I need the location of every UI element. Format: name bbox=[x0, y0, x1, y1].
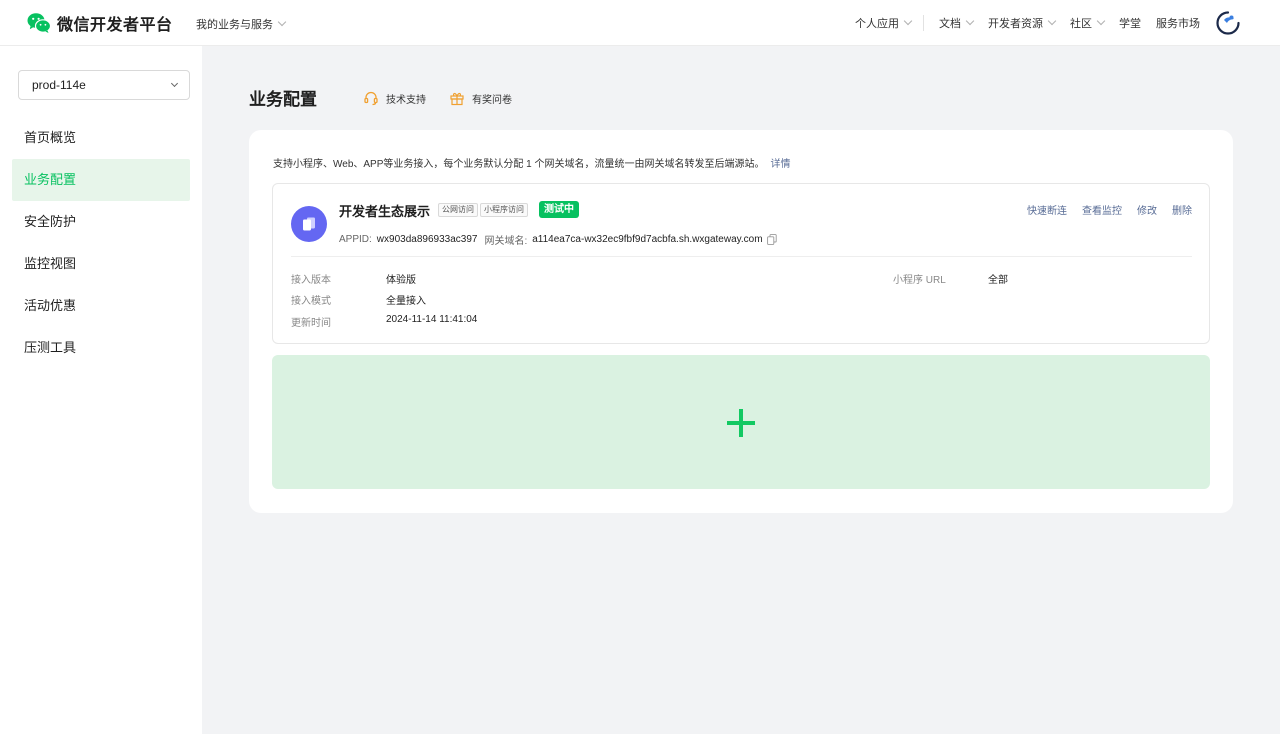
config-description: 支持小程序、Web、APP等业务接入，每个业务默认分配 1 个网关域名，流量统一… bbox=[273, 155, 791, 170]
plus-icon bbox=[727, 409, 755, 437]
view-monitoring-button[interactable]: 查看监控 bbox=[1082, 202, 1122, 217]
version-value: 体验版 bbox=[386, 275, 416, 286]
mode-label: 接入模式 bbox=[291, 296, 331, 307]
mode-value: 全量接入 bbox=[386, 296, 426, 307]
quick-disconnect-button[interactable]: 快速断连 bbox=[1027, 202, 1067, 217]
nav-label: 个人应用 bbox=[855, 18, 899, 30]
business-name: 开发者生态展示 bbox=[339, 204, 431, 219]
document-stack-icon bbox=[303, 217, 315, 231]
card-divider bbox=[291, 256, 1192, 257]
platform-logo[interactable]: 微信开发者平台 bbox=[27, 11, 173, 35]
nav-label: 社区 bbox=[1070, 18, 1092, 30]
appid-value: wx903da896933ac397 bbox=[376, 234, 478, 245]
sidebar-item-load-testing[interactable]: 压测工具 bbox=[12, 327, 190, 369]
nav-community[interactable]: 社区 bbox=[1070, 15, 1106, 31]
my-business-menu-label: 我的业务与服务 bbox=[196, 19, 273, 31]
edit-button[interactable]: 修改 bbox=[1137, 202, 1157, 217]
nav-docs[interactable]: 文档 bbox=[939, 15, 975, 31]
domain-value: a114ea7ca-wx32ec9fbf9d7acbfa.sh.wxgatewa… bbox=[532, 234, 763, 245]
chevron-down-icon bbox=[1096, 16, 1106, 26]
nav-label: 开发者资源 bbox=[988, 18, 1043, 30]
appid-label: APPID: bbox=[339, 234, 372, 245]
tag-public-access: 公网访问 bbox=[438, 203, 478, 217]
business-meta: APPID: wx903da896933ac397 网关域名: a114ea7c… bbox=[339, 232, 777, 247]
details-link[interactable]: 详情 bbox=[771, 159, 791, 170]
environment-select[interactable]: prod-114e bbox=[18, 70, 190, 100]
business-actions: 快速断连 查看监控 修改 删除 bbox=[1012, 202, 1192, 217]
sidebar: prod-114e 首页概览 业务配置 安全防护 监控视图 活动优惠 压测工具 bbox=[0, 46, 202, 734]
tech-support-label: 技术支持 bbox=[386, 94, 426, 106]
nav-dev-resources[interactable]: 开发者资源 bbox=[988, 15, 1057, 31]
description-text: 支持小程序、Web、APP等业务接入，每个业务默认分配 1 个网关域名，流量统一… bbox=[273, 159, 765, 170]
sidebar-item-business-config[interactable]: 业务配置 bbox=[12, 159, 190, 201]
sidebar-item-overview[interactable]: 首页概览 bbox=[12, 117, 190, 159]
survey-label: 有奖问卷 bbox=[472, 94, 512, 106]
page-title: 业务配置 bbox=[249, 90, 317, 109]
nav-personal-apps[interactable]: 个人应用 bbox=[855, 15, 913, 31]
gift-icon bbox=[450, 92, 464, 106]
sidebar-item-label: 首页概览 bbox=[24, 130, 77, 145]
environment-select-value: prod-114e bbox=[32, 78, 86, 92]
headset-icon bbox=[364, 91, 378, 106]
business-item-card[interactable]: 开发者生态展示 公网访问 小程序访问 测试中 APPID: wx903da896… bbox=[272, 183, 1210, 344]
wechat-logo-icon bbox=[27, 13, 51, 33]
add-business-button[interactable] bbox=[272, 355, 1210, 489]
miniprogram-url-label: 小程序 URL bbox=[893, 275, 946, 286]
domain-label: 网关域名: bbox=[484, 236, 528, 247]
sidebar-item-label: 业务配置 bbox=[24, 172, 77, 187]
version-label: 接入版本 bbox=[291, 275, 331, 286]
sidebar-item-label: 安全防护 bbox=[24, 214, 77, 229]
chevron-down-icon bbox=[277, 17, 287, 27]
sidebar-menu: 首页概览 业务配置 安全防护 监控视图 活动优惠 压测工具 bbox=[12, 117, 190, 369]
top-nav-links: 个人应用 文档 开发者资源 社区 学堂 服务市场 bbox=[855, 0, 1240, 46]
updated-label: 更新时间 bbox=[291, 318, 331, 329]
updated-value: 2024-11-14 11:41:04 bbox=[386, 314, 478, 325]
sidebar-item-label: 监控视图 bbox=[24, 256, 77, 271]
copy-icon[interactable] bbox=[766, 234, 777, 245]
logo-text: 微信开发者平台 bbox=[57, 17, 173, 34]
my-business-menu[interactable]: 我的业务与服务 bbox=[196, 16, 287, 32]
nav-service-market[interactable]: 服务市场 bbox=[1156, 15, 1200, 31]
nav-label: 服务市场 bbox=[1156, 18, 1200, 30]
chevron-down-icon bbox=[1047, 16, 1057, 26]
chevron-down-icon bbox=[903, 16, 913, 26]
tag-miniprogram-access: 小程序访问 bbox=[480, 203, 528, 217]
nav-divider bbox=[923, 15, 924, 31]
sidebar-item-label: 活动优惠 bbox=[24, 298, 77, 313]
survey-link[interactable]: 有奖问卷 bbox=[449, 90, 512, 106]
chevron-down-icon bbox=[170, 79, 179, 88]
miniprogram-url-value: 全部 bbox=[988, 275, 1008, 286]
business-config-card: 支持小程序、Web、APP等业务接入，每个业务默认分配 1 个网关域名，流量统一… bbox=[249, 130, 1233, 513]
top-navbar: 微信开发者平台 我的业务与服务 个人应用 文档 开发者资源 社区 学堂 服务市场 bbox=[0, 0, 1280, 46]
delete-button[interactable]: 删除 bbox=[1172, 202, 1192, 217]
chevron-down-icon bbox=[965, 16, 975, 26]
user-avatar-icon[interactable] bbox=[1216, 11, 1240, 35]
tech-support-link[interactable]: 技术支持 bbox=[363, 90, 426, 106]
sidebar-item-monitoring[interactable]: 监控视图 bbox=[12, 243, 190, 285]
sidebar-item-promotions[interactable]: 活动优惠 bbox=[12, 285, 190, 327]
sidebar-item-security[interactable]: 安全防护 bbox=[12, 201, 190, 243]
nav-label: 文档 bbox=[939, 18, 961, 30]
sidebar-item-label: 压测工具 bbox=[24, 340, 77, 355]
nav-academy[interactable]: 学堂 bbox=[1119, 15, 1141, 31]
status-badge: 测试中 bbox=[539, 201, 579, 218]
nav-label: 学堂 bbox=[1119, 18, 1141, 30]
business-app-icon bbox=[291, 206, 327, 242]
